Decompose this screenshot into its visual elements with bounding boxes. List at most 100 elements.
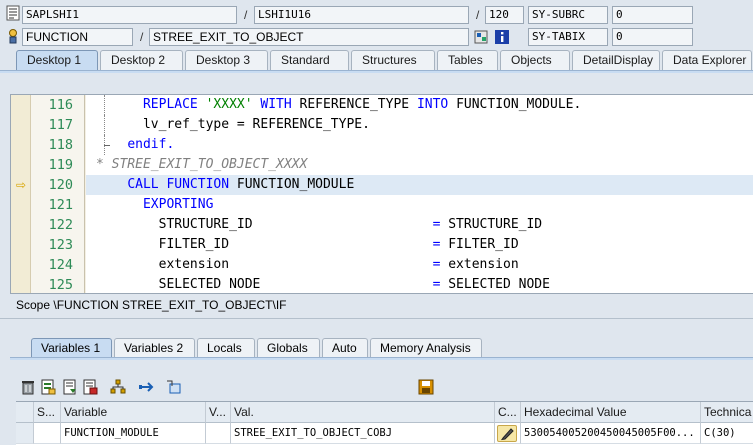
table-cell-change <box>495 423 521 444</box>
code-token: 'XXXX' <box>205 97 253 112</box>
event-type-field[interactable]: FUNCTION <box>22 28 133 46</box>
column-header-change[interactable]: C... <box>495 402 521 423</box>
tab-objects[interactable]: Objects <box>500 50 570 70</box>
code-token: FILTER_ID <box>158 237 433 252</box>
line-number-column: 116 117 118 119 120 121 122 123 124 125 <box>31 95 85 293</box>
info-icon[interactable] <box>495 29 509 45</box>
include-name-field[interactable]: LSHI1U16 <box>254 6 469 24</box>
code-line[interactable]: EXPORTING <box>86 195 753 215</box>
tab-standard[interactable]: Standard <box>270 50 349 70</box>
fold-guide <box>100 135 110 155</box>
table-cell-variable[interactable]: FUNCTION_MODULE <box>61 423 206 444</box>
program-name-field[interactable]: SAPLSHI1 <box>22 6 237 24</box>
code-token: FUNCTION_MODULE. <box>448 97 582 112</box>
tab-data-explorer[interactable]: Data Explorer <box>662 50 752 70</box>
table-cell-value[interactable]: STREE_EXIT_TO_OBJECT_COBJ <box>231 423 495 444</box>
code-line[interactable]: extension = extension <box>86 255 753 275</box>
line-number: 125 <box>48 277 73 293</box>
table-cell-hex-value: 530054005200450045005F00... <box>521 423 701 444</box>
tab-desktop-3[interactable]: Desktop 3 <box>185 50 268 70</box>
table-cell-technical-type: C(30) <box>701 423 753 444</box>
line-number: 122 <box>48 217 73 233</box>
line-number-field[interactable]: 120 <box>485 6 524 24</box>
tab-memory-analysis[interactable]: Memory Analysis <box>370 338 482 357</box>
program-list-icon <box>6 5 20 21</box>
line-number: 119 <box>48 157 73 173</box>
code-line[interactable]: STRUCTURE_ID = STRUCTURE_ID <box>86 215 753 235</box>
line-number: 118 <box>48 137 73 153</box>
tab-detail-display[interactable]: DetailDisplay <box>572 50 660 70</box>
tabstrip-underline <box>0 70 753 73</box>
column-header-value-flag[interactable]: V... <box>206 402 231 423</box>
tab-desktop-1[interactable]: Desktop 1 <box>16 50 98 70</box>
current-statement-arrow-icon: ⇨ <box>15 178 27 192</box>
function-module-icon <box>6 28 20 44</box>
delete-icon[interactable] <box>20 379 36 395</box>
code-token: extension <box>158 257 433 272</box>
desktop-tabstrip: Desktop 1 Desktop 2 Desktop 3 Standard Struc… <box>16 50 753 70</box>
code-token: STRUCTURE_ID <box>158 217 433 232</box>
sysvar-name-field-2[interactable]: SY-TABIX <box>528 28 608 46</box>
code-line[interactable]: * STREE_EXIT_TO_OBJECT_XXXX <box>86 155 753 175</box>
navigate-icon[interactable] <box>138 379 154 395</box>
load-variables-icon[interactable] <box>62 379 78 395</box>
save-icon[interactable] <box>418 379 434 395</box>
code-token: REPLACE <box>142 97 198 112</box>
code-area[interactable]: REPLACE 'XXXX' WITH REFERENCE_TYPE INTO … <box>86 95 753 293</box>
tab-variables-1[interactable]: Variables 1 <box>31 338 112 357</box>
code-line[interactable]: FILTER_ID = FILTER_ID <box>86 235 753 255</box>
code-token: EXPORTING <box>142 197 214 212</box>
separator-slash: / <box>140 30 144 44</box>
code-token: SELECTED NODE <box>158 277 433 292</box>
code-line[interactable]: REPLACE 'XXXX' WITH REFERENCE_TYPE INTO … <box>86 95 753 115</box>
line-number: 116 <box>48 97 73 113</box>
sysvar-value-field-2[interactable]: 0 <box>612 28 693 46</box>
object-display-icon[interactable] <box>166 379 182 395</box>
row-selector[interactable] <box>16 423 34 444</box>
tab-globals[interactable]: Globals <box>257 338 320 357</box>
code-token: endif. <box>127 137 175 152</box>
column-header-hex-value[interactable]: Hexadecimal Value <box>521 402 701 423</box>
code-line[interactable]: CALL FUNCTION FUNCTION_MODULE <box>86 175 753 195</box>
separator-slash: / <box>244 8 248 22</box>
code-line[interactable]: SELECTED NODE = SELECTED NODE <box>86 275 753 293</box>
column-header-variable[interactable]: Variable <box>61 402 206 423</box>
code-token: extension <box>440 257 519 272</box>
code-token: STRUCTURE_ID <box>440 217 543 232</box>
line-number: 121 <box>48 197 73 213</box>
code-line[interactable]: endif. <box>86 135 753 155</box>
sysvar-name-field-1[interactable]: SY-SUBRC <box>528 6 608 24</box>
code-token: WITH <box>260 97 292 112</box>
tab-auto[interactable]: Auto <box>322 338 368 357</box>
tab-desktop-2[interactable]: Desktop 2 <box>100 50 183 70</box>
column-header-technical-type[interactable]: Technica <box>701 402 753 423</box>
pane-splitter[interactable] <box>0 318 753 319</box>
insert-variable-icon[interactable] <box>40 379 56 395</box>
hierarchy-icon[interactable] <box>110 379 126 395</box>
edit-pencil-icon[interactable] <box>497 425 517 442</box>
tab-tables[interactable]: Tables <box>437 50 498 70</box>
tab-variables-2[interactable]: Variables 2 <box>114 338 195 357</box>
column-header-value[interactable]: Val. <box>231 402 495 423</box>
breakpoint-gutter[interactable]: ⇨ <box>11 95 31 293</box>
code-token: FILTER_ID <box>440 237 519 252</box>
variables-table: S... Variable V... Val. C... Hexadecimal… <box>16 401 753 445</box>
fold-guide <box>100 95 110 115</box>
separator-slash: / <box>476 8 480 22</box>
code-token: lv_ref_type = REFERENCE_TYPE. <box>142 117 370 132</box>
event-name-field[interactable]: STREE_EXIT_TO_OBJECT <box>149 28 469 46</box>
source-code-editor[interactable]: ⇨ 116 117 118 119 120 121 122 123 124 125 REPLACE… <box>10 94 753 294</box>
save-variables-icon[interactable] <box>82 379 98 395</box>
sysvar-value-field-1[interactable]: 0 <box>612 6 693 24</box>
header-row-event: FUNCTION / STREE_EXIT_TO_OBJECT SY-TABIX… <box>0 27 753 49</box>
column-header-select[interactable] <box>16 402 34 423</box>
tab-structures[interactable]: Structures <box>351 50 435 70</box>
display-object-icon[interactable] <box>474 29 488 45</box>
code-line[interactable]: lv_ref_type = REFERENCE_TYPE. <box>86 115 753 135</box>
column-header-status[interactable]: S... <box>34 402 61 423</box>
header-row-program: SAPLSHI1 / LSHI1U16 / 120 SY-SUBRC 0 <box>0 4 753 26</box>
tab-locals[interactable]: Locals <box>197 338 255 357</box>
variables-tabstrip-underline <box>10 357 753 360</box>
code-token: * STREE_EXIT_TO_OBJECT_XXXX <box>96 157 308 172</box>
